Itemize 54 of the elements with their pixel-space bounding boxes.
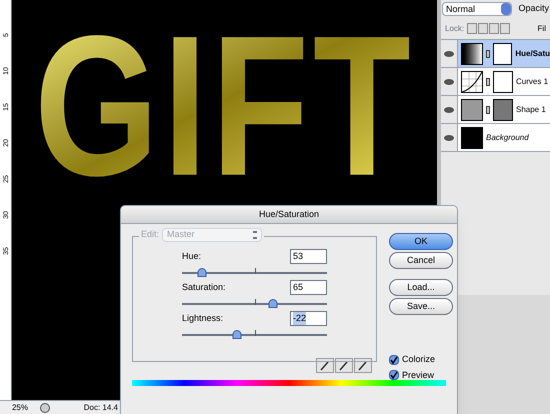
eyedropper-icon[interactable] [316, 358, 334, 373]
checkbox-label: Preview [402, 368, 434, 382]
eyedropper-icon[interactable] [354, 358, 372, 373]
dialog-title: Hue/Saturation [121, 206, 457, 224]
checkbox[interactable] [389, 354, 399, 365]
eye-icon[interactable] [444, 50, 454, 56]
eyedropper-icon[interactable] [335, 358, 353, 373]
zoom-level: 25% [10, 402, 29, 414]
value-field[interactable]: -22 [290, 311, 327, 326]
background-thumbnail [461, 126, 483, 148]
value-field[interactable]: 53 [290, 249, 327, 264]
slider-thumb[interactable] [232, 330, 242, 339]
stepper-icon [253, 231, 258, 239]
slider-label: Hue: [182, 250, 202, 263]
mask-thumbnail [492, 42, 512, 64]
dialog-button[interactable]: Load... [389, 279, 453, 296]
blend-mode-dropdown[interactable]: Normal [442, 2, 512, 16]
dialog-button[interactable]: Cancel [389, 252, 453, 269]
curves-thumbnail [461, 70, 483, 92]
slider-thumb[interactable] [268, 299, 278, 308]
link-icon [486, 50, 490, 58]
eye-icon[interactable] [444, 106, 454, 112]
adjustment-thumbnail [460, 42, 483, 64]
opacity-label: Opacity [518, 2, 549, 16]
shape-thumbnail [461, 98, 483, 120]
layer-row[interactable]: Background [441, 124, 550, 152]
dialog-button[interactable]: OK [389, 233, 453, 250]
fill-label: Fil [538, 22, 546, 34]
stepper-icon [501, 3, 512, 15]
layer-name: Shape 1 [516, 104, 546, 116]
value-field[interactable]: 65 [290, 280, 327, 295]
lock-options-icon[interactable] [467, 23, 512, 34]
layer-name: Hue/Satu [515, 48, 550, 60]
mask-thumbnail [493, 98, 513, 120]
slider-thumb[interactable] [198, 268, 207, 277]
slider-label: Saturation: [182, 280, 226, 294]
document-size: Doc: 14.4 [84, 402, 119, 414]
link-icon [486, 78, 490, 86]
eye-icon[interactable] [444, 78, 454, 84]
checkbox-label: Colorize [402, 353, 436, 366]
layer-row[interactable]: Shape 1 [441, 96, 550, 124]
checkbox[interactable] [389, 370, 399, 380]
eye-icon[interactable] [444, 134, 454, 140]
mask-thumbnail [493, 70, 513, 92]
dialog-button[interactable]: Save... [389, 298, 453, 315]
layer-name: Curves 1 [516, 76, 548, 88]
layer-name: Background [486, 132, 529, 144]
edit-label: Edit: [141, 228, 160, 242]
layer-row[interactable]: Curves 1 [441, 68, 550, 96]
lock-label: Lock: [445, 22, 464, 34]
link-icon [486, 106, 490, 114]
status-menu-icon[interactable] [40, 402, 50, 412]
layer-row[interactable]: Hue/Satu [441, 40, 550, 68]
slider-label: Lightness: [182, 312, 224, 325]
